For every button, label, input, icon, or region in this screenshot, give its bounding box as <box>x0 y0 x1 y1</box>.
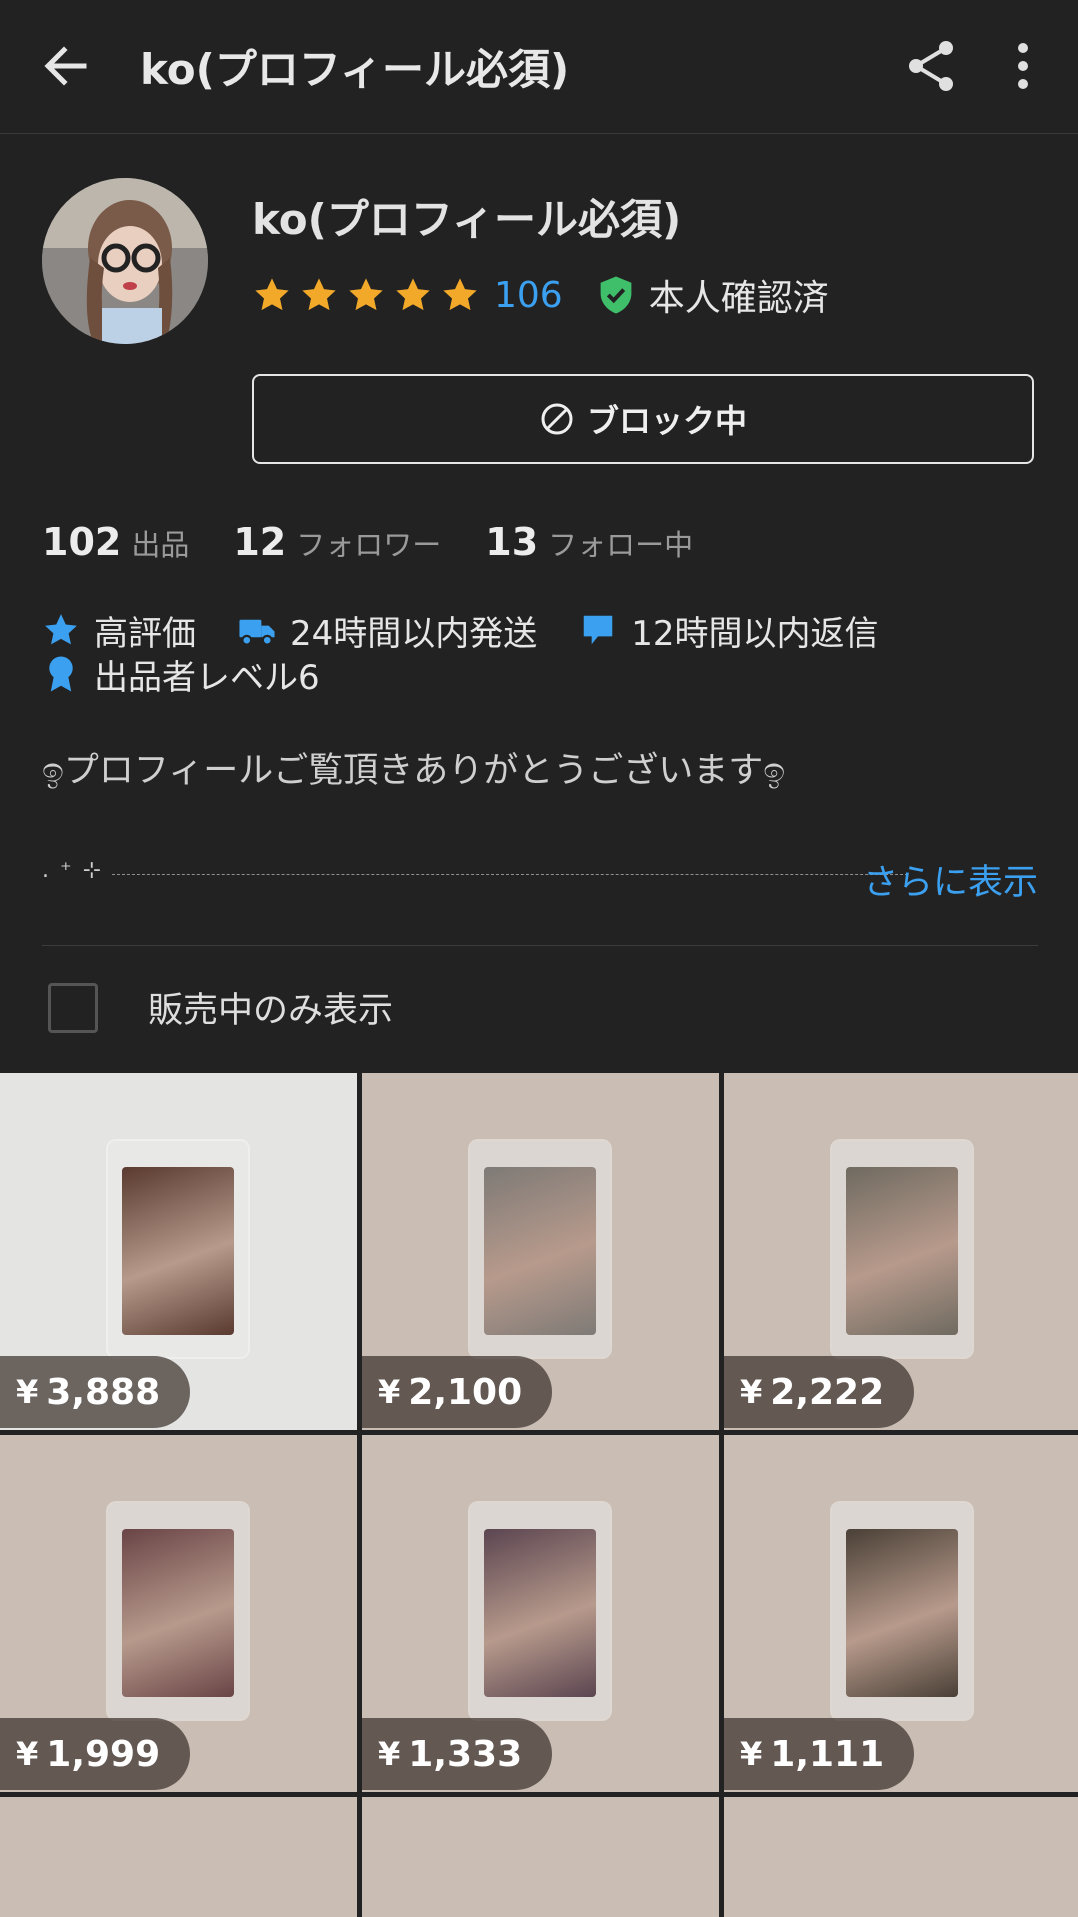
back-arrow-icon[interactable] <box>38 38 94 94</box>
badge-label: 12時間以内返信 <box>631 613 879 654</box>
price-tag: ¥2,100 <box>362 1356 553 1428</box>
truck-icon <box>239 619 275 646</box>
product-tile[interactable] <box>362 1797 719 1917</box>
currency-symbol: ¥ <box>16 1373 39 1411</box>
badge-label: 高評価 <box>94 613 196 654</box>
star-filled-icon <box>302 278 336 311</box>
star-filled-icon <box>255 278 289 311</box>
price-tag: ¥2,222 <box>724 1356 915 1428</box>
photocard-sleeve <box>832 1503 972 1719</box>
on-sale-filter[interactable]: 販売中のみ表示 <box>48 982 393 1033</box>
product-image <box>484 1529 596 1697</box>
product-tile[interactable] <box>724 1797 1078 1917</box>
price-tag: ¥1,333 <box>362 1718 553 1790</box>
product-tile[interactable]: ¥1,333 <box>362 1435 719 1792</box>
blocked-button-label: ブロック中 <box>586 402 747 440</box>
verified-label: 本人確認済 <box>648 278 829 319</box>
profile-counts: 102 出品 12 フォロワー 13 フォロー中 <box>42 520 737 564</box>
rating-row[interactable]: 106 本人確認済 <box>252 270 829 320</box>
rating-stars <box>252 275 480 315</box>
badge-seller-level: 出品者レベル6 <box>42 650 320 699</box>
price-tag: ¥1,111 <box>724 1718 915 1790</box>
page-title: ko(プロフィール必須) <box>140 45 570 94</box>
photocard-sleeve <box>832 1141 972 1357</box>
photocard-sleeve <box>108 1141 248 1357</box>
product-tile[interactable]: ¥2,222 <box>724 1073 1078 1430</box>
followers-label[interactable]: フォロワー <box>296 522 441 564</box>
following-count[interactable]: 13 <box>485 520 538 564</box>
product-tile[interactable]: ¥2,100 <box>362 1073 719 1430</box>
product-image <box>846 1529 958 1697</box>
avatar-image <box>42 178 208 344</box>
badge-fast-shipping: 24時間以内発送 <box>238 606 537 655</box>
product-image <box>122 1167 234 1335</box>
product-tile[interactable]: ¥1,111 <box>724 1435 1078 1792</box>
price-value: 1,999 <box>46 1733 161 1775</box>
star-filled-icon <box>443 278 477 311</box>
following-label[interactable]: フォロー中 <box>548 522 693 564</box>
photocard-sleeve <box>470 1141 610 1357</box>
app-bar: ko(プロフィール必須) <box>0 0 1078 134</box>
product-image <box>846 1167 958 1335</box>
chat-bubble-icon <box>584 615 613 645</box>
listings-count[interactable]: 102 <box>42 520 121 564</box>
photocard-sleeve <box>470 1503 610 1719</box>
section-divider <box>42 945 1038 946</box>
seller-badges: 高評価 24時間以内発送 12時間以内返信 出品者レベル6 <box>42 606 1042 699</box>
star-icon <box>45 614 77 645</box>
price-value: 1,111 <box>770 1733 885 1775</box>
verified-shield-icon <box>600 276 632 314</box>
price-value: 2,222 <box>770 1371 885 1413</box>
price-value: 1,333 <box>408 1733 523 1775</box>
rating-count[interactable]: 106 <box>494 275 563 316</box>
currency-symbol: ¥ <box>16 1735 39 1773</box>
verified-badge: 本人確認済 <box>597 269 829 321</box>
price-value: 2,100 <box>408 1371 523 1413</box>
photocard-sleeve <box>108 1503 248 1719</box>
badge-label: 出品者レベル6 <box>94 657 320 698</box>
bio-decoration: . ⁺ ⊹ <box>42 858 104 883</box>
badge-label: 24時間以内発送 <box>290 613 538 654</box>
product-image <box>484 1167 596 1335</box>
product-tile[interactable] <box>0 1797 357 1917</box>
price-tag: ¥3,888 <box>0 1356 191 1428</box>
bio-preview-line: . ⁺ ⊹ さらに表示 <box>42 852 1042 905</box>
badge-high-rating: 高評価 <box>42 606 196 655</box>
star-filled-icon <box>396 278 430 311</box>
dashed-divider <box>112 874 908 875</box>
currency-symbol: ¥ <box>740 1373 763 1411</box>
listings-label[interactable]: 出品 <box>131 522 189 564</box>
profile-name: ko(プロフィール必須) <box>252 195 682 244</box>
currency-symbol: ¥ <box>378 1735 401 1773</box>
on-sale-label: 販売中のみ表示 <box>148 991 394 1031</box>
star-filled-icon <box>349 278 383 311</box>
price-value: 3,888 <box>46 1371 161 1413</box>
on-sale-checkbox[interactable] <box>48 982 98 1033</box>
badge-fast-reply: 12時間以内返信 <box>579 606 879 655</box>
profile-bio: ඉプロフィールご覧頂きありがとうございますඉ <box>42 751 786 791</box>
blocked-button[interactable]: ブロック中 <box>252 374 1034 464</box>
price-tag: ¥1,999 <box>0 1718 191 1790</box>
product-grid: ¥3,888 ¥2,100 ¥2,222 ¥1,999 ¥1,333 ¥1,111 <box>0 1073 1078 1917</box>
followers-count[interactable]: 12 <box>233 520 286 564</box>
block-icon <box>541 403 573 435</box>
product-image <box>122 1529 234 1697</box>
more-vert-icon[interactable] <box>1006 36 1040 96</box>
product-tile[interactable]: ¥1,999 <box>0 1435 357 1792</box>
show-more-link[interactable]: さらに表示 <box>863 854 1038 905</box>
currency-symbol: ¥ <box>740 1735 763 1773</box>
avatar[interactable] <box>42 178 208 344</box>
currency-symbol: ¥ <box>378 1373 401 1411</box>
product-tile[interactable]: ¥3,888 <box>0 1073 357 1430</box>
share-icon[interactable] <box>902 36 962 96</box>
award-icon <box>49 656 73 692</box>
